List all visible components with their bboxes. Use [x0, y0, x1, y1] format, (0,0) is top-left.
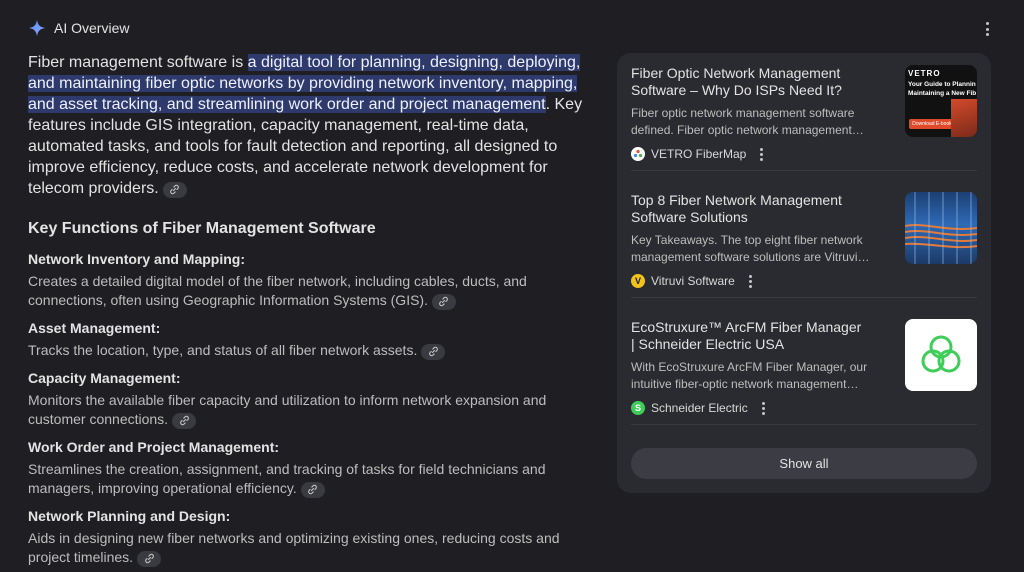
source-card[interactable]: EcoStruxure™ ArcFM Fiber Manager | Schne…	[631, 307, 977, 425]
source-site-name: Schneider Electric	[651, 401, 748, 415]
source-link-icon[interactable]	[421, 343, 446, 360]
function-description: Creates a detailed digital model of the …	[28, 272, 588, 310]
source-title-link[interactable]: EcoStruxure™ ArcFM Fiber Manager | Schne…	[631, 319, 867, 353]
source-snippet: With EcoStruxure ArcFM Fiber Manager, ou…	[631, 360, 868, 391]
function-description-text: Aids in designing new fiber networks and…	[28, 530, 560, 565]
fiber-cables-image-icon	[905, 192, 977, 264]
function-title: Capacity Management:	[28, 370, 181, 386]
section-heading: Key Functions of Fiber Management Softwa…	[28, 220, 376, 237]
function-description-text: Streamlines the creation, assignment, an…	[28, 461, 546, 496]
source-site-name: VETRO FiberMap	[651, 147, 747, 161]
function-title: Network Planning and Design:	[28, 508, 231, 524]
source-thumbnail[interactable]: VETRO Your Guide to Planning, Maintainin…	[905, 65, 977, 137]
source-link-icon[interactable]	[300, 481, 325, 498]
source-card[interactable]: Top 8 Fiber Network Management Software …	[631, 180, 977, 298]
source-link-icon[interactable]	[137, 550, 162, 567]
vitruvi-favicon-icon: V	[631, 274, 645, 288]
ai-overview-title: AI Overview	[54, 20, 130, 36]
function-description-text: Monitors the available fiber capacity an…	[28, 392, 547, 427]
source-more-icon[interactable]	[748, 274, 752, 288]
more-options-icon[interactable]	[984, 20, 990, 38]
function-description: Monitors the available fiber capacity an…	[28, 391, 588, 429]
thumb-line1: Your Guide to Planning,	[908, 81, 976, 88]
function-item: Capacity Management: Monitors the availa…	[28, 368, 588, 429]
function-item: Network Planning and Design: Aids in des…	[28, 506, 588, 567]
thumb-line2: Maintaining a New Fiber	[908, 90, 976, 97]
show-all-button[interactable]: Show all	[631, 448, 977, 479]
source-snippet: Fiber optic network management software …	[631, 106, 864, 137]
function-title: Network Inventory and Mapping:	[28, 251, 246, 267]
arcfm-trefoil-logo-icon	[921, 335, 961, 373]
source-title-link[interactable]: Fiber Optic Network Management Software …	[631, 65, 867, 99]
intro-text-start: Fiber management software is	[28, 54, 248, 71]
source-link-icon[interactable]	[431, 293, 456, 310]
source-site: V Vitruvi Software	[631, 274, 752, 288]
function-item: Network Inventory and Mapping: Creates a…	[28, 249, 588, 310]
source-site: S Schneider Electric	[631, 401, 765, 415]
thumb-image-strip	[951, 99, 977, 137]
source-thumbnail[interactable]	[905, 319, 977, 391]
function-title: Asset Management:	[28, 320, 161, 336]
source-more-icon[interactable]	[760, 147, 764, 161]
thumb-brand: VETRO	[908, 69, 941, 78]
schneider-favicon-icon: S	[631, 401, 645, 415]
function-description: Aids in designing new fiber networks and…	[28, 529, 588, 567]
source-site-name: Vitruvi Software	[651, 274, 735, 288]
function-description: Tracks the location, type, and status of…	[28, 341, 588, 360]
ai-overview-header: AI Overview	[28, 18, 129, 38]
function-title: Work Order and Project Management:	[28, 439, 280, 455]
source-site: VETRO FiberMap	[631, 147, 764, 161]
gemini-sparkle-icon	[28, 19, 46, 37]
sources-panel: Fiber Optic Network Management Software …	[617, 53, 991, 493]
source-link-icon[interactable]	[172, 412, 197, 429]
source-link-icon[interactable]	[162, 181, 187, 198]
overview-content: Fiber management software is a digital t…	[28, 52, 588, 572]
source-card[interactable]: Fiber Optic Network Management Software …	[631, 53, 977, 171]
function-item: Asset Management: Tracks the location, t…	[28, 318, 588, 360]
source-snippet: Key Takeaways. The top eight fiber netwo…	[631, 233, 870, 264]
thumb-button: Download E-book	[909, 119, 955, 129]
function-item: Work Order and Project Management: Strea…	[28, 437, 588, 498]
function-description-text: Tracks the location, type, and status of…	[28, 342, 418, 358]
vetro-favicon-icon	[631, 147, 645, 161]
source-thumbnail[interactable]	[905, 192, 977, 264]
intro-paragraph: Fiber management software is a digital t…	[28, 52, 588, 199]
source-more-icon[interactable]	[761, 401, 765, 415]
function-description: Streamlines the creation, assignment, an…	[28, 460, 588, 498]
source-title-link[interactable]: Top 8 Fiber Network Management Software …	[631, 192, 867, 226]
